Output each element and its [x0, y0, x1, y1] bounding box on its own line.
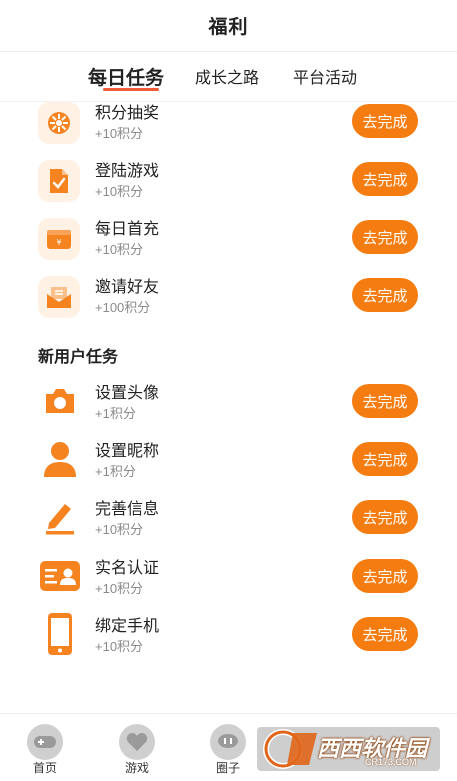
task-points: +1积分: [95, 464, 136, 479]
task-points: +10积分: [95, 126, 144, 141]
nav-item-circle[interactable]: 圈子: [193, 714, 263, 781]
task-name: 积分抽奖: [95, 105, 160, 122]
task-row-login-game: 登陆游戏 +10积分 去完成: [0, 151, 457, 209]
task-name: 实名认证: [95, 560, 160, 577]
task-name: 绑定手机: [95, 618, 160, 635]
nav-label: 首页: [32, 761, 57, 775]
person-icon: [38, 437, 82, 481]
task-name: 登陆游戏: [95, 163, 160, 180]
heart-icon: [119, 724, 155, 760]
svg-text:¥: ¥: [56, 238, 61, 247]
task-row-complete-info: 完善信息 +10积分 去完成: [0, 489, 457, 547]
chat-icon: [210, 724, 246, 760]
task-points: +10积分: [95, 639, 144, 654]
task-name: 邀请好友: [95, 279, 160, 296]
page-title: 福利: [208, 17, 249, 38]
active-tab-indicator: [103, 88, 159, 91]
nav-item-games[interactable]: 游戏: [102, 714, 172, 781]
complete-button-set-nickname[interactable]: 去完成: [352, 442, 418, 476]
task-name: 完善信息: [95, 501, 160, 518]
watermark-subtext: CR173.COM: [365, 757, 417, 767]
complete-button-bind-phone[interactable]: 去完成: [352, 617, 418, 651]
complete-button-lottery[interactable]: 去完成: [352, 104, 418, 138]
nav-label: 圈子: [215, 761, 240, 775]
task-points: +10积分: [95, 184, 144, 199]
wheel-icon: [38, 102, 80, 144]
task-points: +10积分: [95, 242, 144, 257]
task-row-bind-phone: 绑定手机 +10积分 去完成: [0, 606, 457, 664]
task-points: +10积分: [95, 522, 144, 537]
complete-button-complete-info[interactable]: 去完成: [352, 500, 418, 534]
wallet-icon: ¥: [38, 218, 80, 260]
phone-icon: [38, 612, 82, 656]
complete-button-first-recharge[interactable]: 去完成: [352, 220, 418, 254]
task-name: 设置头像: [95, 385, 160, 402]
task-row-real-name: 实名认证 +10积分 去完成: [0, 548, 457, 606]
complete-button-set-avatar[interactable]: 去完成: [352, 384, 418, 418]
complete-button-invite-friends[interactable]: 去完成: [352, 278, 418, 312]
watermark-logo: 西西软件园 CR173.COM: [257, 727, 440, 771]
camera-icon: [38, 379, 82, 423]
document-check-icon: [38, 160, 80, 202]
tab-platform-events[interactable]: 平台活动: [293, 64, 357, 88]
task-row-set-avatar: 设置头像 +1积分 去完成: [0, 373, 457, 431]
tab-growth-path[interactable]: 成长之路: [195, 64, 259, 88]
nav-item-home[interactable]: 首页: [10, 714, 80, 781]
task-points: +10积分: [95, 581, 144, 596]
envelope-icon: [38, 276, 80, 318]
section-title-new-user: 新用户任务: [38, 349, 119, 366]
nav-label: 游戏: [124, 761, 149, 775]
tab-daily-tasks[interactable]: 每日任务: [88, 63, 164, 90]
task-row-lottery: 积分抽奖 +10积分 去完成: [0, 93, 457, 151]
complete-button-real-name[interactable]: 去完成: [352, 559, 418, 593]
task-points: +100积分: [95, 300, 151, 315]
gamepad-icon: [27, 724, 63, 760]
complete-button-login-game[interactable]: 去完成: [352, 162, 418, 196]
task-row-set-nickname: 设置昵称 +1积分 去完成: [0, 431, 457, 489]
pencil-icon: [38, 495, 82, 539]
header-bar: 福利: [0, 0, 457, 52]
task-name: 每日首充: [95, 221, 160, 238]
task-row-invite-friends: 邀请好友 +100积分 去完成: [0, 267, 457, 325]
task-name: 设置昵称: [95, 443, 160, 460]
task-points: +1积分: [95, 406, 136, 421]
task-row-first-recharge: ¥ 每日首充 +10积分 去完成: [0, 209, 457, 267]
id-card-icon: [38, 554, 82, 598]
